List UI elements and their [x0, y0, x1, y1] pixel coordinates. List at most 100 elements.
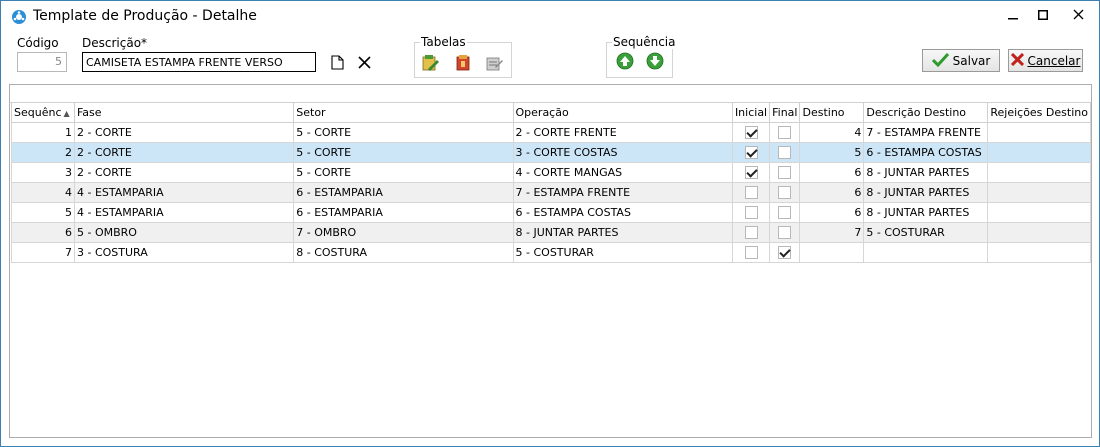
cell-destino[interactable]: 7 — [799, 221, 865, 243]
cell-destino[interactable]: 4 — [799, 121, 865, 143]
cell-setor[interactable]: 7 - OMBRO — [293, 221, 514, 243]
cell-destino[interactable]: 6 — [799, 181, 865, 203]
table-row[interactable]: 65 - OMBRO 7 - OMBRO 8 - JUNTAR PARTES 7 5 -… — [11, 221, 1091, 243]
descricao-field[interactable]: CAMISETA ESTAMPA FRENTE VERSO — [82, 52, 316, 72]
checkbox[interactable] — [778, 225, 792, 239]
cell-operacao[interactable]: 6 - ESTAMPA COSTAS — [512, 201, 733, 223]
col-header-sequencia[interactable]: Sequênc ▲ — [11, 103, 75, 123]
table-row[interactable]: 73 - COSTURA 8 - COSTURA 5 - COSTURAR — [11, 241, 1091, 263]
checkbox[interactable] — [778, 125, 792, 139]
col-header-descricao-destino[interactable]: Descrição Destino — [863, 103, 989, 123]
col-header-inicial[interactable]: Inicial — [731, 103, 771, 123]
checkbox[interactable] — [744, 185, 758, 199]
cell-sequencia[interactable]: 1 — [11, 121, 75, 143]
cell-inicial-checkbox[interactable] — [731, 141, 771, 163]
checkbox[interactable] — [778, 245, 792, 259]
cell-operacao[interactable]: 8 - JUNTAR PARTES — [512, 221, 733, 243]
cell-rejeicoes-destino[interactable] — [987, 141, 1091, 163]
cell-inicial-checkbox[interactable] — [731, 221, 771, 243]
cell-setor[interactable]: 8 - COSTURA — [293, 241, 514, 263]
cell-operacao[interactable]: 3 - CORTE COSTAS — [512, 141, 733, 163]
cell-final-checkbox[interactable] — [769, 201, 801, 223]
col-header-destino[interactable]: Destino — [799, 103, 865, 123]
table-row[interactable]: 44 - ESTAMPARIA 6 - ESTAMPARIA 7 - ESTAMPA… — [11, 181, 1091, 203]
cell-fase[interactable]: 3 - COSTURA — [73, 241, 295, 263]
cell-operacao[interactable]: 5 - COSTURAR — [512, 241, 733, 263]
maximize-button[interactable] — [1028, 1, 1058, 31]
cell-descricao-destino[interactable]: 7 - ESTAMPA FRENTE — [863, 121, 989, 143]
cell-final-checkbox[interactable] — [769, 221, 801, 243]
cell-fase[interactable]: 5 - OMBRO — [73, 221, 295, 243]
col-header-fase[interactable]: Fase — [73, 103, 295, 123]
checkbox[interactable] — [744, 225, 758, 239]
arrow-down-green-icon[interactable] — [646, 52, 664, 70]
cell-destino[interactable]: 6 — [799, 161, 865, 183]
table-pencil-icon[interactable] — [422, 54, 440, 72]
cell-inicial-checkbox[interactable] — [731, 241, 771, 263]
cell-operacao[interactable]: 4 - CORTE MANGAS — [512, 161, 733, 183]
cell-descricao-destino[interactable]: 6 - ESTAMPA COSTAS — [863, 141, 989, 163]
cell-sequencia[interactable]: 5 — [11, 201, 75, 223]
save-button[interactable]: Salvar — [922, 49, 1000, 72]
cell-rejeicoes-destino[interactable] — [987, 241, 1091, 263]
col-header-setor[interactable]: Setor — [293, 103, 514, 123]
checkbox[interactable] — [744, 245, 758, 259]
cell-descricao-destino[interactable]: 8 - JUNTAR PARTES — [863, 181, 989, 203]
table-row[interactable]: 12 - CORTE 5 - CORTE 2 - CORTE FRENTE 4 7 - … — [11, 121, 1091, 143]
cell-operacao[interactable]: 2 - CORTE FRENTE — [512, 121, 733, 143]
cell-setor[interactable]: 6 - ESTAMPARIA — [293, 201, 514, 223]
cell-descricao-destino[interactable]: 8 - JUNTAR PARTES — [863, 201, 989, 223]
cell-destino[interactable]: 6 — [799, 201, 865, 223]
checkbox[interactable] — [778, 165, 792, 179]
cell-sequencia[interactable]: 2 — [11, 141, 75, 163]
cell-descricao-destino[interactable]: 5 - COSTURAR — [863, 221, 989, 243]
cell-rejeicoes-destino[interactable] — [987, 221, 1091, 243]
codigo-field[interactable]: 5 — [17, 52, 67, 72]
cell-inicial-checkbox[interactable] — [731, 201, 771, 223]
cell-fase[interactable]: 2 - CORTE — [73, 121, 295, 143]
checkbox[interactable] — [778, 205, 792, 219]
cell-rejeicoes-destino[interactable] — [987, 181, 1091, 203]
clear-x-icon[interactable] — [356, 54, 372, 70]
cell-fase[interactable]: 4 - ESTAMPARIA — [73, 181, 295, 203]
checkbox[interactable] — [744, 125, 758, 139]
col-header-final[interactable]: Final — [769, 103, 801, 123]
cell-final-checkbox[interactable] — [769, 241, 801, 263]
cell-sequencia[interactable]: 6 — [11, 221, 75, 243]
checkbox[interactable] — [744, 205, 758, 219]
cell-inicial-checkbox[interactable] — [731, 121, 771, 143]
col-header-rejeicoes-destino[interactable]: Rejeições Destino — [987, 103, 1091, 123]
cell-fase[interactable]: 2 - CORTE — [73, 141, 295, 163]
cell-inicial-checkbox[interactable] — [731, 181, 771, 203]
cell-descricao-destino[interactable] — [863, 241, 989, 263]
cell-rejeicoes-destino[interactable] — [987, 161, 1091, 183]
arrow-up-green-icon[interactable] — [616, 52, 634, 70]
cell-sequencia[interactable]: 4 — [11, 181, 75, 203]
cell-setor[interactable]: 6 - ESTAMPARIA — [293, 181, 514, 203]
cell-inicial-checkbox[interactable] — [731, 161, 771, 183]
cell-fase[interactable]: 4 - ESTAMPARIA — [73, 201, 295, 223]
cell-setor[interactable]: 5 - CORTE — [293, 161, 514, 183]
cell-setor[interactable]: 5 - CORTE — [293, 141, 514, 163]
cell-destino[interactable] — [799, 241, 865, 263]
cell-destino[interactable]: 5 — [799, 141, 865, 163]
cell-fase[interactable]: 2 - CORTE — [73, 161, 295, 183]
checkbox[interactable] — [778, 145, 792, 159]
col-header-operacao[interactable]: Operação — [512, 103, 733, 123]
checkbox[interactable] — [778, 185, 792, 199]
cell-operacao[interactable]: 7 - ESTAMPA FRENTE — [512, 181, 733, 203]
cancel-button[interactable]: Cancelar — [1008, 49, 1083, 72]
cell-sequencia[interactable]: 7 — [11, 241, 75, 263]
cell-descricao-destino[interactable]: 8 - JUNTAR PARTES — [863, 161, 989, 183]
table-row[interactable]: 32 - CORTE 5 - CORTE 4 - CORTE MANGAS 6 8 - … — [11, 161, 1091, 183]
table-row[interactable]: 22 - CORTE 5 - CORTE 3 - CORTE COSTAS 5 6 - … — [11, 141, 1091, 163]
cell-final-checkbox[interactable] — [769, 161, 801, 183]
minimize-button[interactable] — [998, 1, 1028, 31]
cell-rejeicoes-destino[interactable] — [987, 201, 1091, 223]
checkbox[interactable] — [744, 145, 758, 159]
table-row[interactable]: 54 - ESTAMPARIA 6 - ESTAMPARIA 6 - ESTAMPA… — [11, 201, 1091, 223]
cell-rejeicoes-destino[interactable] — [987, 121, 1091, 143]
cell-sequencia[interactable]: 3 — [11, 161, 75, 183]
close-button[interactable] — [1061, 1, 1096, 31]
table-red-box-icon[interactable] — [454, 54, 472, 72]
